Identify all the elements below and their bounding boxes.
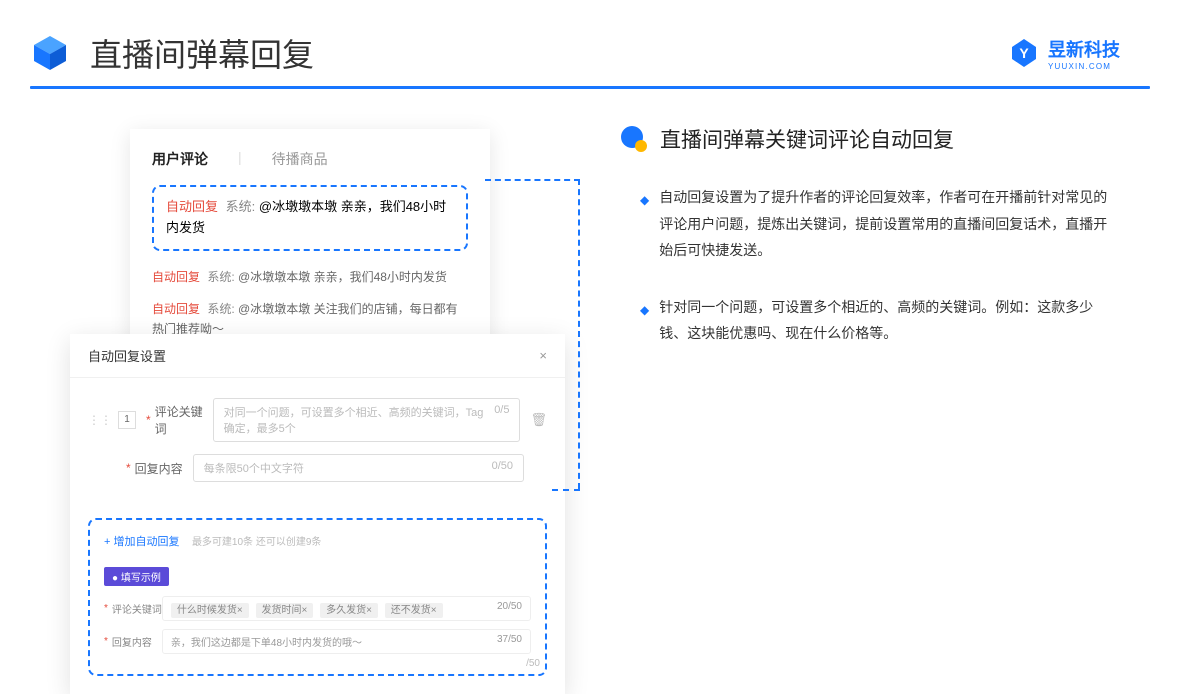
example-keyword-input[interactable]: 什么时候发货× 发货时间× 多久发货× 还不发货× 20/50 <box>162 596 531 621</box>
add-auto-reply-link[interactable]: + 增加自动回复 <box>104 533 179 549</box>
example-panel: + 增加自动回复 最多可建10条 还可以创建9条 ● 填写示例 * 评论关键词 … <box>88 518 547 676</box>
svg-text:Y: Y <box>1019 45 1029 61</box>
auto-reply-settings-card: 自动回复设置 × ⋮⋮ 1 * 评论关键词 对同一个问题，可设置多个相近、高频的… <box>70 334 565 694</box>
diamond-icon: ◆ <box>640 299 649 347</box>
order-number: 1 <box>118 411 136 429</box>
example-badge: ● 填写示例 <box>104 567 169 586</box>
keyword-input[interactable]: 对同一个问题，可设置多个相近、高频的关键词，Tag确定，最多5个 0/5 <box>213 398 521 442</box>
section-subtitle: 直播间弹幕关键词评论自动回复 <box>660 124 954 154</box>
content-label: 回复内容 <box>135 460 193 477</box>
bubble-icon <box>620 125 648 153</box>
highlighted-comment: 自动回复 系统: @冰墩墩本墩 亲亲，我们48小时内发货 <box>152 185 468 251</box>
content-input[interactable]: 每条限50个中文字符 0/50 <box>193 454 524 482</box>
close-icon[interactable]: × <box>539 348 547 363</box>
tab-pending-products[interactable]: 待播商品 <box>272 149 328 169</box>
brand-en: YUUXIN.COM <box>1048 62 1120 71</box>
brand: Y 昱新科技 YUUXIN.COM <box>1008 36 1120 71</box>
connector-line <box>578 179 580 489</box>
settings-title: 自动回复设置 <box>88 346 166 365</box>
page-title: 直播间弹幕回复 <box>90 30 1008 76</box>
brand-cn: 昱新科技 <box>1048 36 1120 62</box>
delete-icon[interactable]: 🗑 <box>530 412 547 428</box>
logo-icon <box>30 33 70 73</box>
connector-line <box>552 489 580 491</box>
keyword-label: 评论关键词 <box>155 403 213 437</box>
tab-user-comments[interactable]: 用户评论 <box>152 149 208 169</box>
brand-icon: Y <box>1008 37 1040 69</box>
add-hint: 最多可建10条 还可以创建9条 <box>192 537 321 548</box>
connector-line <box>485 179 580 181</box>
example-content-input[interactable]: 亲，我们这边都是下单48小时内发货的哦～ 37/50 <box>162 629 531 654</box>
bullet-item: ◆ 自动回复设置为了提升作者的评论回复效率，作者可在开播前针对常见的评论用户问题… <box>640 184 1120 264</box>
comment-row: 自动回复 系统: @冰墩墩本墩 亲亲，我们48小时内发货 <box>152 261 468 293</box>
diamond-icon: ◆ <box>640 189 649 264</box>
bullet-item: ◆ 针对同一个问题，可设置多个相近的、高频的关键词。例如：这款多少钱、这块能优惠… <box>640 294 1120 347</box>
header-divider <box>30 86 1150 89</box>
